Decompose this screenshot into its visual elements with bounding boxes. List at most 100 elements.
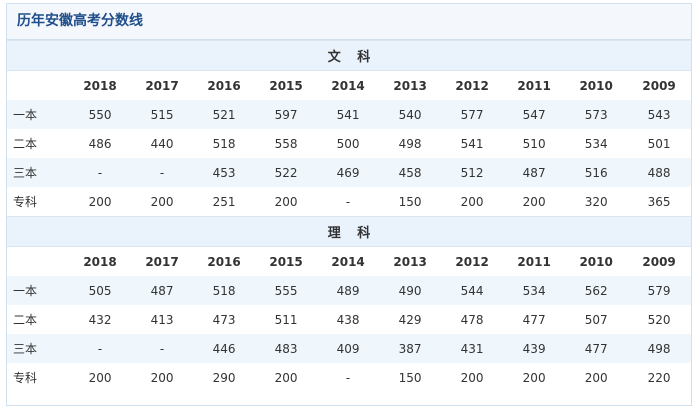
year-header-blank — [7, 71, 69, 101]
score-cell: 320 — [565, 187, 628, 217]
score-cell: 432 — [69, 305, 132, 334]
score-cell: 458 — [379, 158, 442, 187]
score-table: 文 科 2018 2017 2016 2015 2014 2013 2012 2011 2010 2… — [7, 40, 691, 392]
score-cell: 516 — [565, 158, 628, 187]
year-header-row: 2018 2017 2016 2015 2014 2013 2012 2011 2010 2009 — [7, 71, 691, 101]
score-cell: - — [131, 334, 194, 363]
score-cell: 555 — [255, 276, 318, 305]
score-cell: 200 — [69, 363, 132, 392]
score-panel: 历年安徽高考分数线 文 科 2018 2017 2016 2015 2014 2013 201… — [6, 3, 692, 406]
section-title: 理 科 — [7, 216, 691, 247]
year-header-row: 2018 2017 2016 2015 2014 2013 2012 2011 2010 2009 — [7, 247, 691, 277]
score-cell: 577 — [441, 100, 504, 129]
score-cell: - — [69, 158, 132, 187]
score-cell: 489 — [317, 276, 380, 305]
score-cell: 200 — [441, 187, 504, 217]
table-row: 二本 486 440 518 558 500 498 541 510 534 501 — [7, 129, 691, 158]
section-header-row: 文 科 — [7, 40, 691, 71]
year-header-cell: 2017 — [145, 254, 179, 269]
score-cell: 431 — [441, 334, 504, 363]
score-cell: 438 — [317, 305, 380, 334]
year-header-cell: 2009 — [642, 78, 676, 93]
year-header-cell: 2013 — [393, 254, 427, 269]
score-cell: 498 — [379, 129, 442, 158]
score-cell: 540 — [379, 100, 442, 129]
row-label: 三本 — [7, 158, 70, 187]
score-cell: 518 — [193, 276, 256, 305]
score-cell: 597 — [255, 100, 318, 129]
year-header-cell: 2010 — [579, 254, 613, 269]
score-cell: - — [131, 158, 194, 187]
score-cell: 541 — [441, 129, 504, 158]
score-cell: 511 — [255, 305, 318, 334]
score-cell: 440 — [131, 129, 194, 158]
year-header-cell: 2017 — [145, 78, 179, 93]
score-cell: 200 — [503, 363, 566, 392]
section-header-row: 理 科 — [7, 216, 691, 247]
row-label: 一本 — [7, 276, 70, 305]
year-header-cell: 2015 — [269, 254, 303, 269]
score-cell: 486 — [69, 129, 132, 158]
score-cell: 534 — [503, 276, 566, 305]
score-cell: 483 — [255, 334, 318, 363]
score-cell: 413 — [131, 305, 194, 334]
year-header-cell: 2014 — [331, 254, 365, 269]
table-row: 一本 505 487 518 555 489 490 544 534 562 579 — [7, 276, 691, 305]
score-cell: 290 — [193, 363, 256, 392]
score-cell: 387 — [379, 334, 442, 363]
score-cell: 439 — [503, 334, 566, 363]
score-cell: 200 — [131, 363, 194, 392]
year-header-cell: 2013 — [393, 78, 427, 93]
score-cell: 488 — [627, 158, 691, 187]
table-row: 二本 432 413 473 511 438 429 478 477 507 520 — [7, 305, 691, 334]
score-cell: 200 — [441, 363, 504, 392]
year-header-cell: 2014 — [331, 78, 365, 93]
score-cell: 562 — [565, 276, 628, 305]
table-row: 专科 200 200 251 200-150 200 200 320 365 — [7, 187, 691, 217]
score-cell: 515 — [131, 100, 194, 129]
score-cell: 200 — [565, 363, 628, 392]
score-cell: 220 — [627, 363, 691, 392]
score-cell: 518 — [193, 129, 256, 158]
score-cell: 512 — [441, 158, 504, 187]
year-header-cell: 2011 — [517, 254, 551, 269]
row-label: 二本 — [7, 305, 70, 334]
score-cell: 541 — [317, 100, 380, 129]
score-cell: 573 — [565, 100, 628, 129]
score-cell: 487 — [503, 158, 566, 187]
table-row: 专科 200 200 290 200-150 200 200 200 220 — [7, 363, 691, 392]
score-cell: 200 — [255, 187, 318, 217]
score-cell: - — [317, 187, 380, 217]
score-cell: 200 — [503, 187, 566, 217]
score-cell: 498 — [627, 334, 691, 363]
score-cell: - — [317, 363, 380, 392]
score-cell: 477 — [565, 334, 628, 363]
score-cell: 579 — [627, 276, 691, 305]
score-cell: 478 — [441, 305, 504, 334]
score-cell: 547 — [503, 100, 566, 129]
score-cell: 522 — [255, 158, 318, 187]
table-row: 三本 - -453 522 469 458 512 487 516 488 — [7, 158, 691, 187]
score-cell: 150 — [379, 187, 442, 217]
score-cell: 500 — [317, 129, 380, 158]
score-cell: 365 — [627, 187, 691, 217]
score-cell: 543 — [627, 100, 691, 129]
score-cell: 453 — [193, 158, 256, 187]
score-cell: 429 — [379, 305, 442, 334]
score-cell: 473 — [193, 305, 256, 334]
table-row: 三本 - -446 483 409 387 431 439 477 498 — [7, 334, 691, 363]
score-cell: 558 — [255, 129, 318, 158]
row-label: 二本 — [7, 129, 70, 158]
year-header-cell: 2016 — [207, 254, 241, 269]
year-header-cell: 2018 — [83, 254, 117, 269]
score-cell: 200 — [131, 187, 194, 217]
year-header-blank — [7, 247, 69, 277]
year-header-cell: 2009 — [642, 254, 676, 269]
score-table-body: 文 科 2018 2017 2016 2015 2014 2013 2012 2011 2010 2… — [7, 40, 691, 392]
score-cell: 510 — [503, 129, 566, 158]
row-label: 三本 — [7, 334, 70, 363]
score-cell: 550 — [69, 100, 132, 129]
score-cell: 150 — [379, 363, 442, 392]
year-header-cell: 2018 — [83, 78, 117, 93]
panel-title: 历年安徽高考分数线 — [7, 4, 691, 40]
